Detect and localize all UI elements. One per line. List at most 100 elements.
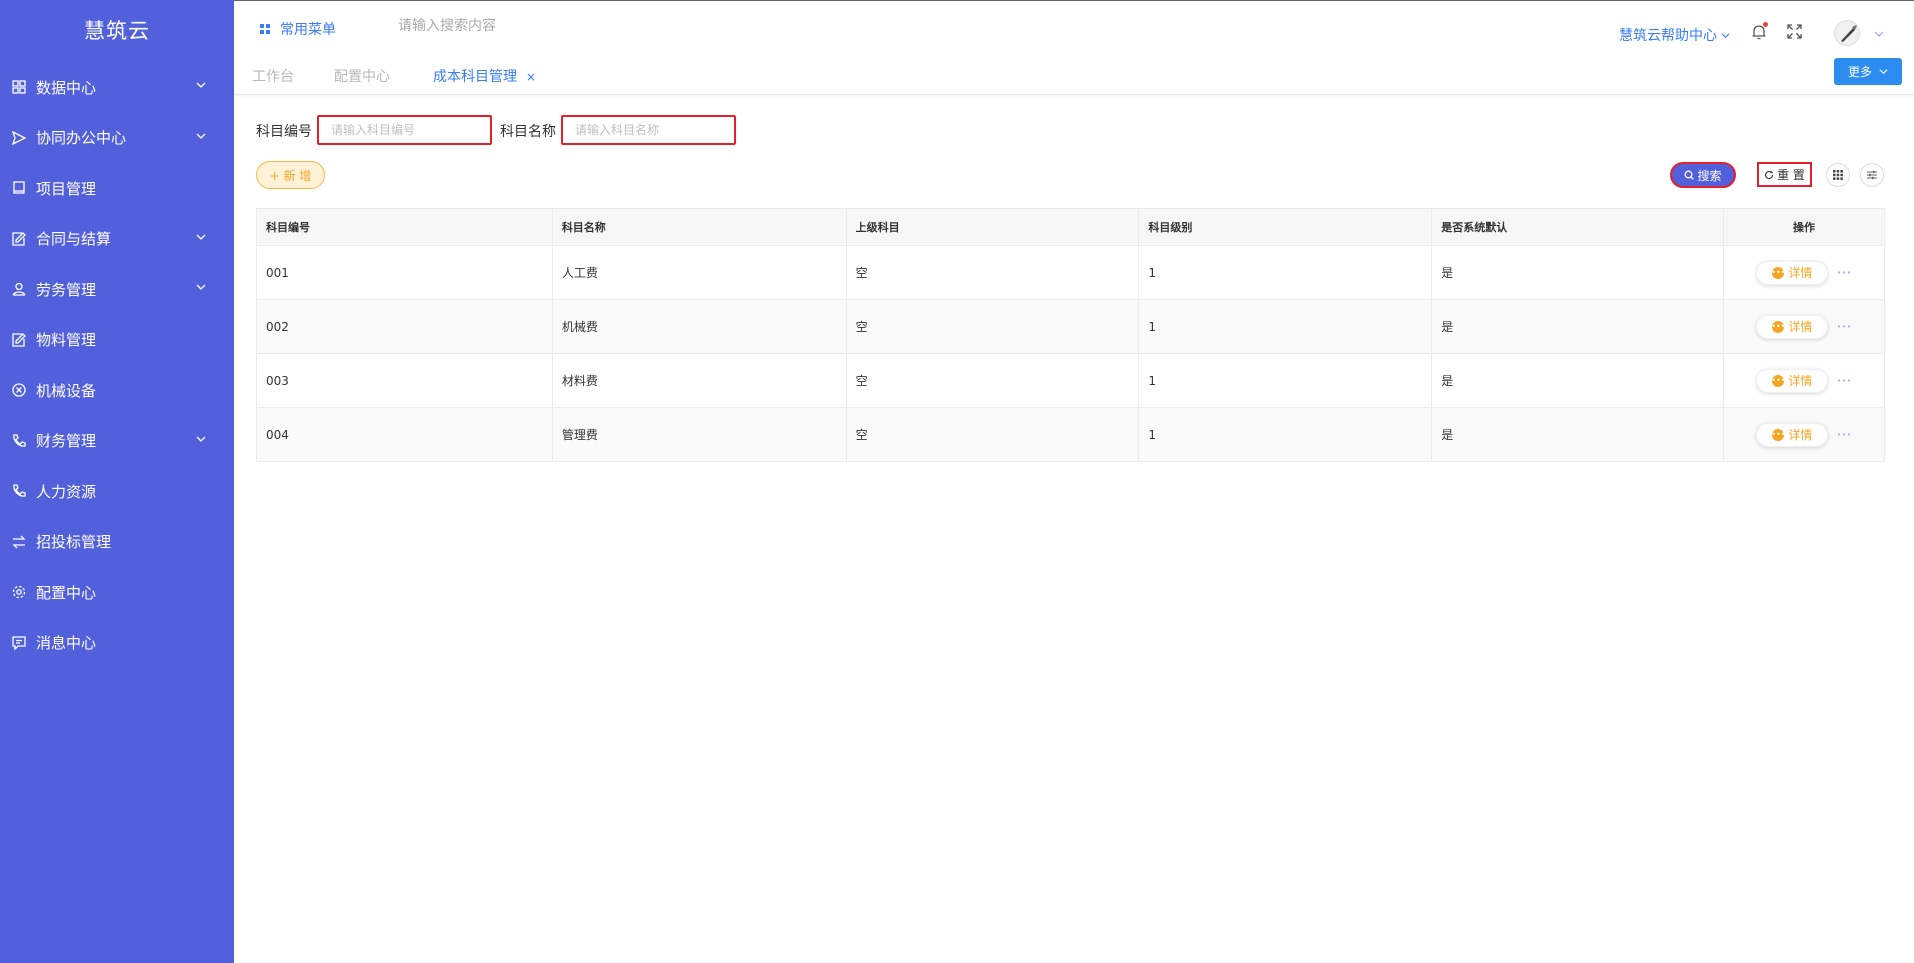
column-header: 科目编号 <box>256 208 553 246</box>
more-circle-icon: ••• <box>1771 428 1786 441</box>
subject-code-input[interactable] <box>317 115 492 145</box>
detail-label: 详情 <box>1788 266 1813 280</box>
notification-dot <box>1763 22 1768 27</box>
more-tabs-button[interactable]: 更多 <box>1834 58 1902 85</box>
sidebar-item-label: 消息中心 <box>36 634 97 653</box>
cell-code: 001 <box>256 245 553 300</box>
sidebar-item-label: 机械设备 <box>36 381 97 400</box>
sidebar-item-config[interactable]: 配置中心 <box>0 567 234 618</box>
cell-actions: ••• 详情 ··· <box>1723 407 1885 462</box>
app-root: 慧筑云 数据中心 协同办公中心 项目管理 合同与结算 劳务管理 物料管理 机械设… <box>0 0 1914 963</box>
more-actions-icon[interactable]: ··· <box>1836 425 1851 444</box>
sliders-icon <box>1867 170 1877 180</box>
more-actions-icon[interactable]: ··· <box>1836 371 1851 390</box>
sidebar-item-contract[interactable]: 合同与结算 <box>0 214 234 265</box>
detail-button[interactable]: ••• 详情 <box>1756 422 1829 447</box>
search-label: 搜索 <box>1697 168 1722 183</box>
cell-name: 机械费 <box>551 299 847 354</box>
sidebar-item-material[interactable]: 物料管理 <box>0 315 234 366</box>
cell-level: 1 <box>1138 407 1433 462</box>
detail-label: 详情 <box>1788 428 1813 442</box>
user-icon <box>12 282 26 296</box>
global-search-input[interactable] <box>398 18 598 34</box>
grid-icon <box>12 80 26 94</box>
common-menu-button[interactable]: 常用菜单 <box>260 19 336 39</box>
close-icon[interactable]: × <box>526 70 536 84</box>
fullscreen-icon[interactable] <box>1787 24 1802 39</box>
notification-bell-icon[interactable] <box>1751 22 1768 41</box>
cell-name: 人工费 <box>551 245 847 300</box>
cell-actions: ••• 详情 ··· <box>1723 299 1885 354</box>
top-header: 常用菜单 慧筑云帮助中心 <box>234 0 1914 54</box>
sidebar-item-label: 数据中心 <box>36 78 97 97</box>
sidebar-item-label: 项目管理 <box>36 179 97 198</box>
table-row: 003 材料费 空 1 是 ••• 详情 ··· <box>256 353 1885 408</box>
transfer-icon <box>12 535 26 549</box>
cell-level: 1 <box>1138 299 1433 354</box>
detail-label: 详情 <box>1788 320 1813 334</box>
sidebar-item-machinery[interactable]: 机械设备 <box>0 365 234 416</box>
cell-default: 是 <box>1431 245 1724 300</box>
sidebar-item-data-center[interactable]: 数据中心 <box>0 62 234 113</box>
sidebar-item-labor[interactable]: 劳务管理 <box>0 264 234 315</box>
sidebar-item-label: 劳务管理 <box>36 280 97 299</box>
sidebar-item-label: 招投标管理 <box>36 533 112 552</box>
sidebar-item-bidding[interactable]: 招投标管理 <box>0 517 234 568</box>
cell-actions: ••• 详情 ··· <box>1723 245 1885 300</box>
cell-parent: 空 <box>845 299 1140 354</box>
cell-default: 是 <box>1431 407 1724 462</box>
subject-name-label: 科目名称 <box>500 124 556 140</box>
phone-icon <box>12 434 26 448</box>
chevron-down-icon[interactable] <box>1874 29 1884 39</box>
subject-name-input[interactable] <box>561 115 736 145</box>
chevron-down-icon <box>1721 32 1730 38</box>
column-header: 是否系统默认 <box>1431 208 1724 246</box>
tab-workbench[interactable]: 工作台 <box>252 66 294 86</box>
more-circle-icon: ••• <box>1771 320 1786 333</box>
table-row: 001 人工费 空 1 是 ••• 详情 ··· <box>256 245 1885 300</box>
cell-default: 是 <box>1431 299 1724 354</box>
more-circle-icon: ••• <box>1771 266 1786 279</box>
sidebar-item-collab-office[interactable]: 协同办公中心 <box>0 113 234 164</box>
add-button[interactable]: + 新 增 <box>256 161 325 189</box>
detail-button[interactable]: ••• 详情 <box>1756 260 1829 285</box>
more-actions-icon[interactable]: ··· <box>1836 317 1851 336</box>
cell-parent: 空 <box>845 245 1140 300</box>
column-grid-button[interactable] <box>1826 163 1850 187</box>
sidebar-item-label: 财务管理 <box>36 432 97 451</box>
user-avatar[interactable] <box>1834 20 1860 46</box>
cell-parent: 空 <box>845 353 1140 408</box>
cell-name: 材料费 <box>551 353 847 408</box>
help-center-label: 慧筑云帮助中心 <box>1619 28 1717 44</box>
cell-code: 004 <box>256 407 553 462</box>
column-settings-button[interactable] <box>1860 163 1884 187</box>
cost-subject-table: 科目编号 科目名称 上级科目 科目级别 是否系统默认 操作 001 人工费 空 … <box>256 208 1885 462</box>
table-row: 002 机械费 空 1 是 ••• 详情 ··· <box>256 299 1885 354</box>
more-label: 更多 <box>1847 65 1872 79</box>
detail-button[interactable]: ••• 详情 <box>1756 368 1829 393</box>
grid-icon <box>1833 170 1843 180</box>
cell-code: 002 <box>256 299 553 354</box>
cell-level: 1 <box>1138 353 1433 408</box>
reset-button[interactable]: 重 置 <box>1757 162 1812 187</box>
column-header: 操作 <box>1723 208 1885 246</box>
search-button[interactable]: 搜索 <box>1670 162 1736 188</box>
help-center-dropdown[interactable]: 慧筑云帮助中心 <box>1619 25 1730 45</box>
sidebar-item-finance[interactable]: 财务管理 <box>0 416 234 467</box>
sidebar-item-project[interactable]: 项目管理 <box>0 163 234 214</box>
cell-level: 1 <box>1138 245 1433 300</box>
sidebar-item-hr[interactable]: 人力资源 <box>0 466 234 517</box>
chevron-down-icon <box>196 436 206 442</box>
apps-icon <box>260 23 271 35</box>
tab-config-center[interactable]: 配置中心 <box>334 66 390 86</box>
sidebar-item-label: 物料管理 <box>36 331 97 350</box>
more-circle-icon: ••• <box>1771 374 1786 387</box>
chevron-down-icon <box>196 133 206 139</box>
cell-name: 管理费 <box>551 407 847 462</box>
sidebar-item-messages[interactable]: 消息中心 <box>0 618 234 669</box>
tab-cost-subject[interactable]: 成本科目管理 × <box>433 66 536 86</box>
more-actions-icon[interactable]: ··· <box>1836 263 1851 282</box>
sidebar-nav: 数据中心 协同办公中心 项目管理 合同与结算 劳务管理 物料管理 机械设备 财务… <box>0 62 234 668</box>
detail-button[interactable]: ••• 详情 <box>1756 314 1829 339</box>
sidebar-item-label: 配置中心 <box>36 583 97 602</box>
